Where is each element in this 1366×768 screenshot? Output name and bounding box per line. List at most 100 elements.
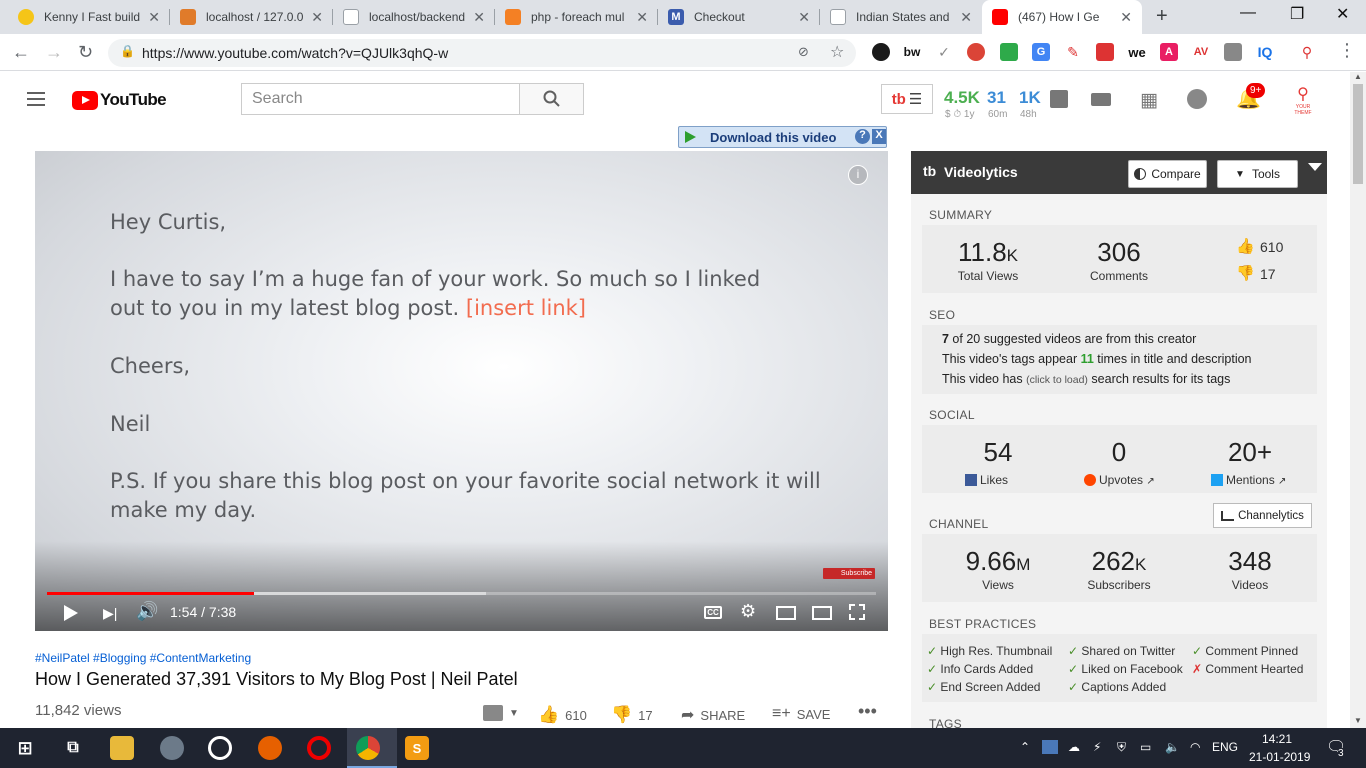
tab-close-icon[interactable]: ✕ [960,9,972,26]
tab-close-icon[interactable]: ✕ [1120,9,1132,26]
restore-button[interactable]: ❐ [1290,4,1304,24]
browser-tab[interactable]: Kenny I Fast build ✕ [8,0,170,34]
page-scrollbar[interactable]: ▲ ▼ [1350,72,1366,728]
browser-tab[interactable]: Indian States and ✕ [820,0,982,34]
youtube-logo[interactable]: YouTube [72,90,167,110]
url-text[interactable]: https://www.youtube.com/watch?v=QJUlk3qh… [142,45,448,61]
stat-value[interactable]: 31 [987,88,1006,108]
clock-time[interactable]: 14:21 [1262,732,1292,746]
battery-icon[interactable]: ▭ [1140,740,1151,754]
language-indicator[interactable]: ENG [1212,740,1238,754]
clock-date[interactable]: 21-01-2019 [1249,750,1310,764]
tab-close-icon[interactable]: ✕ [473,9,485,26]
scroll-down-icon[interactable]: ▼ [1354,716,1362,725]
task-view-icon[interactable]: ⧉ [61,736,85,760]
blocked-popup-icon[interactable]: ⊘ [798,44,809,60]
stat-value[interactable]: 1K [1019,88,1041,108]
create-video-icon[interactable] [1091,93,1111,106]
bookmark-star-icon[interactable]: ☆ [830,42,844,62]
analytics-icon[interactable] [1050,90,1068,108]
progress-bar[interactable] [47,592,876,595]
extension-bw-icon[interactable]: bw [903,43,921,61]
channelytics-button[interactable]: Channelytics [1213,503,1312,528]
security-shield-icon[interactable]: ⛨ [1117,740,1126,755]
next-icon[interactable]: ▶| [103,605,117,622]
download-close-button[interactable]: X [872,129,886,144]
captions-icon[interactable]: CC [704,606,722,619]
scroll-up-icon[interactable]: ▲ [1354,72,1362,81]
download-help-button[interactable]: ? [855,129,870,144]
social-mentions-link[interactable]: Mentions ↗ [1211,473,1286,487]
minimize-button[interactable]: — [1240,4,1256,22]
scrollbar-thumb[interactable] [1353,84,1363,184]
fullscreen-icon[interactable] [849,604,865,620]
opera-icon[interactable] [307,736,331,760]
like-button[interactable]: 👍 610 [538,705,587,725]
video-hashtags[interactable]: #NeilPatel #Blogging #ContentMarketing [35,651,251,665]
tubebuddy-menu-button[interactable]: tb ☰ [881,84,933,114]
browser-tab[interactable]: php - foreach mul ✕ [495,0,658,34]
camera-icon[interactable] [1224,43,1242,61]
extension-a-icon[interactable]: A [1160,43,1178,61]
search-input[interactable]: Search [241,83,520,115]
volume-icon[interactable]: 🔊 [136,601,158,622]
stat-value[interactable]: 4.5K [944,88,980,108]
speaker-icon[interactable]: 🔈 [1165,740,1180,754]
click-to-load-link[interactable]: (click to load) [1026,374,1088,386]
chrome-icon[interactable] [356,736,380,760]
sublime-text-icon[interactable]: S [405,736,429,760]
firefox-icon[interactable] [258,736,282,760]
dislike-button[interactable]: 👎 17 [611,705,653,725]
extension-icon[interactable] [872,43,890,61]
tab-close-icon[interactable]: ✕ [148,9,160,26]
info-icon[interactable]: i [848,165,868,185]
apps-grid-icon[interactable]: ▦ [1140,89,1158,112]
browser-tab[interactable]: M Checkout ✕ [658,0,820,34]
tray-expand-icon[interactable]: ⌃ [1020,740,1030,754]
social-upvotes-link[interactable]: Upvotes ↗ [1084,473,1155,487]
reload-icon[interactable]: ↻ [78,42,93,63]
compare-button[interactable]: Compare [1128,160,1207,188]
extension-check-icon[interactable]: ✓ [935,43,953,61]
extension-pin-icon[interactable]: ⚲ [1298,43,1316,61]
avatar[interactable]: ⚲ YOUR THEMF [1288,84,1318,116]
iq-extension-icon[interactable]: IQ [1256,43,1274,61]
download-video-button[interactable]: Download this video [710,130,836,145]
collapse-panel-icon[interactable] [1308,163,1322,171]
tab-close-icon[interactable]: ✕ [311,9,323,26]
we-extension-icon[interactable]: we [1128,43,1146,61]
video-player[interactable]: i Hey Curtis, I have to say I’m a huge f… [35,151,888,631]
new-tab-button[interactable]: + [1156,5,1168,28]
miniplayer-icon[interactable] [776,606,796,620]
tab-close-icon[interactable]: ✕ [798,9,810,26]
extension-shield-icon[interactable] [1000,43,1018,61]
close-window-button[interactable]: ✕ [1336,4,1349,24]
play-icon[interactable] [64,605,78,621]
chrome-menu-icon[interactable]: ⋮ [1338,40,1356,61]
forward-icon[interactable]: → [45,42,63,63]
extension-icon[interactable] [1096,43,1114,61]
tray-app-icon[interactable]: ⚡ [1093,740,1101,754]
more-actions-icon[interactable]: ••• [858,701,877,722]
windows-start-icon[interactable]: ⊞ [13,736,37,760]
media-app-icon[interactable] [208,736,232,760]
pen-extension-icon[interactable]: ✎ [1064,43,1082,61]
onedrive-icon[interactable]: ☁ [1068,740,1080,754]
settings-gear-icon[interactable]: ⚙ [740,601,756,622]
social-likes-link[interactable]: Likes [965,473,1008,487]
theater-mode-icon[interactable] [812,606,832,620]
subscribe-watermark[interactable]: Subscribe [823,568,875,579]
gmail-extension-icon[interactable] [967,43,985,61]
browser-tab[interactable]: localhost / 127.0.0 ✕ [170,0,333,34]
extension-av-icon[interactable]: AV [1192,43,1210,61]
tab-close-icon[interactable]: ✕ [636,9,648,26]
browser-tab[interactable]: localhost/backend ✕ [333,0,495,34]
search-button[interactable] [519,83,584,115]
translate-icon[interactable]: G [1032,43,1050,61]
tools-button[interactable]: ▼ Tools [1217,160,1298,188]
address-bar[interactable]: 🔒 https://www.youtube.com/watch?v=QJUlk3… [108,39,856,67]
tray-app-icon[interactable] [1042,740,1058,754]
paint-icon[interactable] [160,736,184,760]
playlist-add-button[interactable]: ▼ [483,705,519,721]
menu-icon[interactable] [27,92,45,106]
